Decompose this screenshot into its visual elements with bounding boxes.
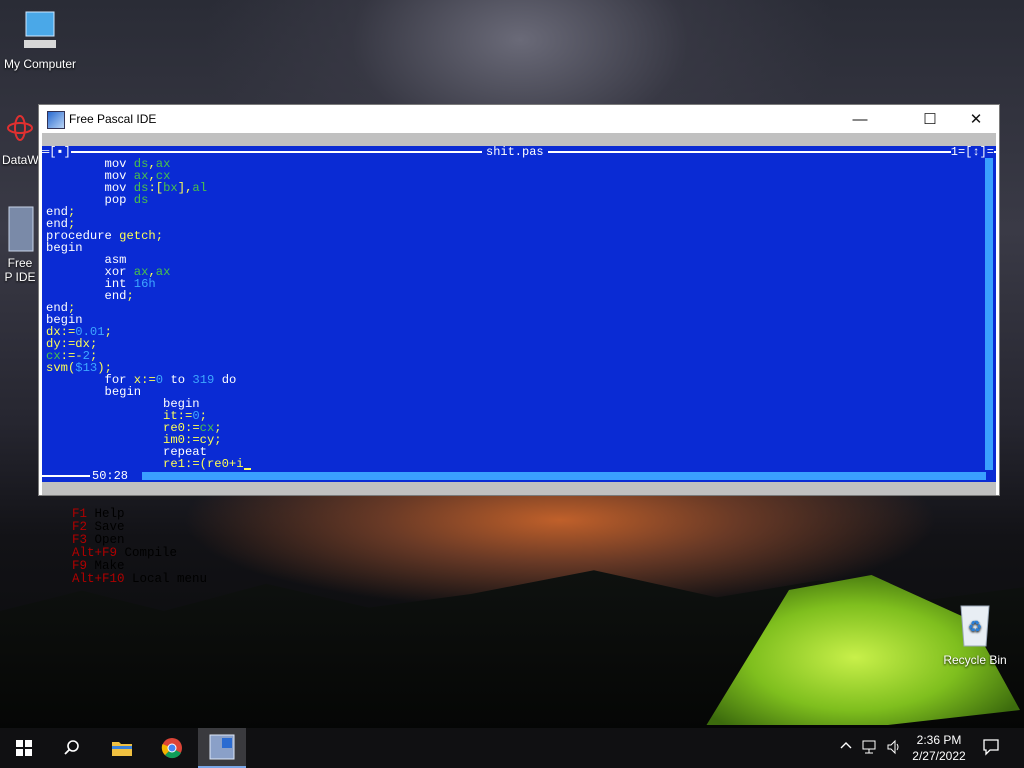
recycle-bin-icon: ♻ <box>960 605 990 647</box>
code-text[interactable]: mov ds,ax mov ax,cx mov ds:[bx],al pop d… <box>46 158 251 470</box>
notification-icon <box>983 739 999 756</box>
free-pascal-icon <box>8 206 34 252</box>
desktop-icon-label: DataW <box>2 153 39 167</box>
taskbar: 2:36 PM 2/27/2022 <box>0 728 1024 768</box>
code-line: end; <box>104 289 134 303</box>
title-bar[interactable]: Free Pascal IDE — ☐ ✕ <box>39 105 999 133</box>
scroll-up-arrow-icon[interactable] <box>985 158 993 166</box>
folder-icon <box>112 742 132 756</box>
editor-filename: shit.pas <box>482 146 548 158</box>
code-line: pop ds <box>104 193 149 207</box>
code-line: re1:=(re0+i <box>46 458 251 470</box>
minimize-button[interactable]: — <box>837 105 883 133</box>
taskbar-file-explorer[interactable] <box>98 728 146 768</box>
svg-text:♻: ♻ <box>968 619 982 636</box>
status-local-menu[interactable]: Alt+F10 Local menu <box>72 573 207 586</box>
code-editor[interactable]: ═[▪] shit.pas 1=[↕]= mov ds,ax mov ax,cx… <box>42 146 996 482</box>
atom-icon <box>7 115 33 141</box>
status-bar: F1 Help F2 Save F3 Open Alt+F9 Compile F… <box>42 482 996 586</box>
desktop-icon-label: Free P IDE <box>4 256 36 284</box>
editor-frame-top: ═[▪] shit.pas 1=[↕]= <box>42 146 996 158</box>
desktop-icon-my-computer[interactable]: My Computer <box>2 10 78 71</box>
network-icon[interactable] <box>862 740 878 757</box>
desktop-icon-dataw[interactable]: DataW <box>2 110 39 167</box>
desktop-icon-label: Recycle Bin <box>943 653 1007 667</box>
volume-icon[interactable] <box>886 739 902 758</box>
code-line: end; <box>46 205 76 219</box>
clock-date: 2/27/2022 <box>912 749 966 763</box>
notification-center-button[interactable] <box>982 738 1000 759</box>
menu-bar: File Edit Search Run Compile Debug Tools… <box>42 133 996 289</box>
search-button[interactable] <box>48 728 96 768</box>
editor-zoom-box[interactable]: 1=[↕]= <box>950 146 994 158</box>
windows-logo-icon <box>16 740 32 756</box>
editor-frame-bottom: 50:28 <box>42 470 996 482</box>
vertical-scrollbar[interactable] <box>985 158 993 470</box>
horizontal-scrollbar[interactable] <box>142 472 986 480</box>
desktop-icon-label: My Computer <box>3 57 77 71</box>
maximize-button[interactable]: ☐ <box>907 105 953 133</box>
clock-time: 2:36 PM <box>916 733 962 747</box>
taskbar-free-pascal-ide[interactable] <box>198 728 246 768</box>
desktop-icon-recycle-bin[interactable]: ♻ Recycle Bin <box>938 600 1012 667</box>
start-button[interactable] <box>0 728 48 768</box>
taskbar-clock[interactable]: 2:36 PM 2/27/2022 <box>904 732 974 764</box>
window-title: Free Pascal IDE <box>69 112 157 126</box>
app-icon <box>47 111 65 129</box>
chrome-icon <box>161 738 182 759</box>
show-hidden-icons-chevron-icon[interactable] <box>840 740 852 755</box>
cursor-position: 50:28 <box>92 469 129 482</box>
free-pascal-icon <box>209 734 235 760</box>
computer-icon <box>24 11 56 48</box>
scroll-down-arrow-icon[interactable] <box>985 462 993 470</box>
close-button[interactable]: ✕ <box>953 105 999 133</box>
taskbar-chrome[interactable] <box>148 728 196 768</box>
desktop-icon-free-pascal[interactable]: Free P IDE <box>2 205 38 284</box>
free-pascal-ide-window: Free Pascal IDE — ☐ ✕ File Edit Search R… <box>39 105 999 586</box>
search-icon <box>64 740 79 755</box>
